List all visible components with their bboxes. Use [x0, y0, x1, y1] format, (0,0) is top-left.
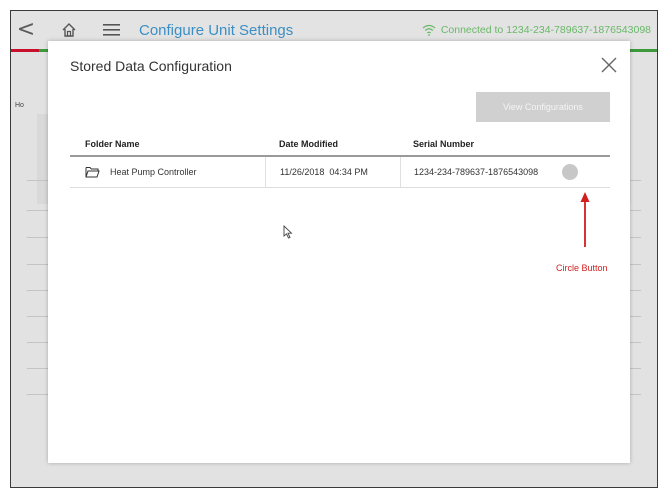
- close-button[interactable]: [600, 56, 618, 74]
- stored-data-dialog: Stored Data Configuration View Configura…: [48, 41, 630, 463]
- date-cell: 11/26/2018 04:34 PM: [265, 157, 400, 187]
- wifi-icon: [422, 24, 436, 36]
- serial-number: 1234-234-789637-1876543098: [414, 167, 539, 177]
- back-button[interactable]: <: [11, 11, 41, 49]
- configuration-table: Folder Name Date Modified Serial Number …: [70, 133, 610, 188]
- table-row[interactable]: Heat Pump Controller 11/26/2018 04:34 PM…: [70, 157, 610, 188]
- folder-icon: [85, 166, 100, 178]
- dialog-title: Stored Data Configuration: [70, 58, 232, 74]
- home-button[interactable]: [61, 20, 81, 40]
- serial-cell: 1234-234-789637-1876543098: [400, 157, 610, 187]
- table-header: Folder Name Date Modified Serial Number: [70, 133, 610, 157]
- folder-name: Heat Pump Controller: [110, 167, 197, 177]
- home-icon: [62, 23, 76, 37]
- hamburger-menu-icon: [103, 24, 120, 36]
- close-icon: [601, 57, 617, 73]
- column-header-date: Date Modified: [279, 139, 339, 149]
- column-header-serial: Serial Number: [413, 139, 475, 149]
- mouse-cursor-icon: [283, 225, 293, 239]
- app-frame: < Configure Unit Settings Connected to 1…: [10, 10, 658, 488]
- connection-text: Connected to 1234-234-789637-1876543098: [440, 24, 651, 36]
- circle-button[interactable]: [562, 164, 578, 180]
- annotation-label: Circle Button: [556, 263, 608, 273]
- background-breadcrumb: Ho: [15, 102, 24, 109]
- annotation-arrow: [580, 192, 590, 247]
- menu-button[interactable]: [103, 21, 121, 39]
- chevron-left-icon: <: [16, 17, 36, 42]
- page-title: Configure Unit Settings: [139, 21, 294, 39]
- view-configurations-button[interactable]: View Configurations: [476, 92, 610, 122]
- folder-cell: Heat Pump Controller: [70, 157, 265, 187]
- column-header-folder: Folder Name: [85, 139, 140, 149]
